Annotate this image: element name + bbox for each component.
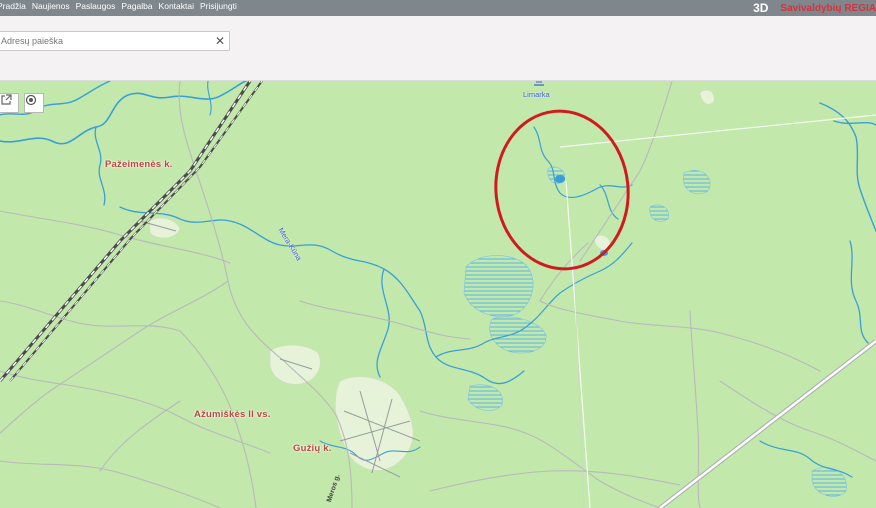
brand: 3D Savivaldybių REGIA [753, 0, 876, 16]
locate-button[interactable] [24, 93, 44, 113]
nav-home[interactable]: Pradžia [0, 0, 26, 16]
top-navigation-bar: Pradžia Naujienos Paslaugos Pagalba Kont… [0, 0, 876, 16]
brand-name[interactable]: Savivaldybių REGIA [780, 3, 876, 14]
address-search-input[interactable] [1, 33, 207, 49]
share-button[interactable] [0, 93, 19, 113]
nav-contacts[interactable]: Kontaktai [159, 0, 194, 16]
nav-help[interactable]: Pagalba [121, 0, 152, 16]
clear-icon[interactable]: ✕ [215, 34, 225, 48]
nav-login[interactable]: Prisijungti [200, 0, 237, 16]
label-limarka: Limarka [523, 90, 550, 99]
highlight-circle [494, 109, 630, 271]
cut-lines [559, 114, 876, 508]
address-search: ✕ [0, 31, 230, 51]
map-canvas[interactable] [0, 81, 876, 508]
target-icon [25, 94, 37, 106]
toolbar: ✕ [0, 16, 876, 81]
3d-toggle[interactable]: 3D [753, 1, 768, 15]
main-menu: Pradžia Naujienos Paslaugos Pagalba Kont… [0, 0, 243, 16]
water-symbol [534, 81, 544, 86]
label-pazeimenes: Pažeimenės k. [105, 159, 173, 170]
nav-services[interactable]: Paslaugos [76, 0, 116, 16]
label-azumiskes: Ažumiškės II vs. [194, 409, 271, 420]
external-link-icon [1, 94, 12, 105]
map-view[interactable]: Pažeimenės k. Limarka Mera-Kūna Ažumiškė… [0, 81, 876, 508]
label-guziu: Gužių k. [293, 443, 332, 454]
water-network [0, 81, 876, 478]
railway [0, 81, 263, 382]
marsh-areas [463, 166, 847, 497]
nav-news[interactable]: Naujienos [32, 0, 70, 16]
